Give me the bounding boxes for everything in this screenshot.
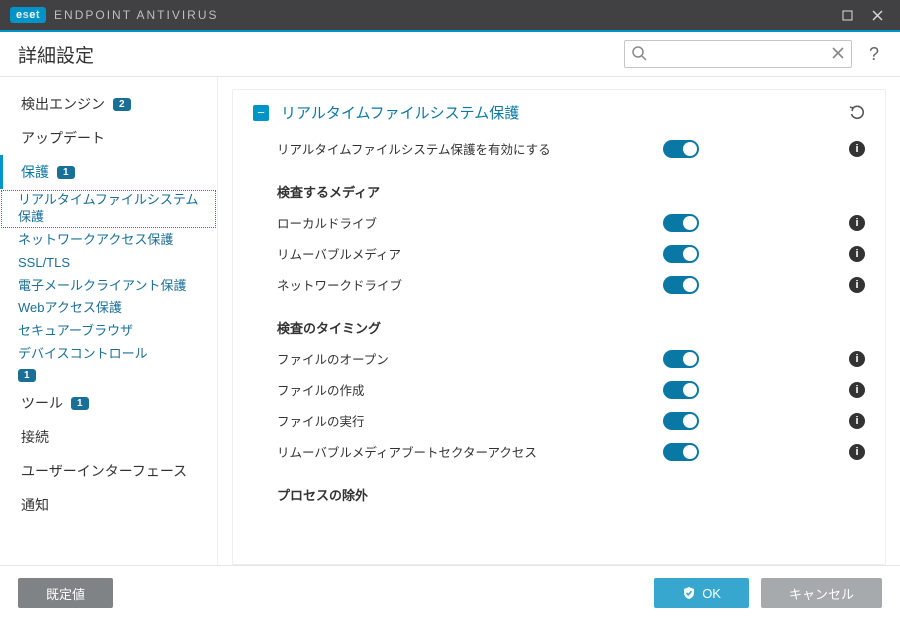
sidebar-subitem-2-0[interactable]: リアルタイムファイルシステム保護 bbox=[0, 189, 217, 229]
row-label: ローカルドライブ bbox=[253, 213, 663, 232]
sidebar: 検出エンジン 2 アップデート保護 1 リアルタイムファイルシステム保護ネットワークアク… bbox=[0, 77, 218, 565]
row-label: リムーバブルメディア bbox=[253, 244, 663, 263]
brand-badge: eset bbox=[10, 7, 46, 23]
info-0-2[interactable]: i bbox=[849, 277, 865, 293]
title-bar: eset ENDPOINT ANTIVIRUS bbox=[0, 0, 900, 30]
toggle-0-0[interactable] bbox=[663, 214, 699, 232]
setting-row-0-1: リムーバブルメディア i bbox=[253, 238, 865, 269]
sidebar-badge: 1 bbox=[71, 397, 89, 410]
search-box[interactable] bbox=[624, 40, 852, 68]
footer: 既定値 OK キャンセル bbox=[0, 565, 900, 620]
sidebar-item-label: 接続 bbox=[21, 427, 49, 447]
x-icon bbox=[831, 46, 845, 60]
search-icon bbox=[631, 45, 647, 61]
close-icon bbox=[872, 10, 883, 21]
sidebar-item-label: 通知 bbox=[21, 495, 49, 515]
toggle-enable-protection[interactable] bbox=[663, 140, 699, 158]
row-label: リムーバブルメディアブートセクターアクセス bbox=[253, 442, 663, 461]
sidebar-item-label: 保護 bbox=[21, 162, 49, 182]
ok-button[interactable]: OK bbox=[654, 578, 749, 608]
sidebar-item-label: ユーザーインターフェース bbox=[21, 461, 187, 481]
info-0-1[interactable]: i bbox=[849, 246, 865, 262]
info-1-0[interactable]: i bbox=[849, 351, 865, 367]
setting-row-1-0: ファイルのオープン i bbox=[253, 343, 865, 374]
row-label: ファイルの作成 bbox=[253, 380, 663, 399]
info-1-2[interactable]: i bbox=[849, 413, 865, 429]
sidebar-badge: 1 bbox=[57, 166, 75, 179]
cancel-button[interactable]: キャンセル bbox=[761, 578, 882, 608]
group-title-0: 検査するメディア bbox=[253, 164, 865, 207]
setting-row-0-2: ネットワークドライブ i bbox=[253, 269, 865, 300]
window-maximize-button[interactable] bbox=[832, 0, 862, 30]
sidebar-subitem-badge-row: 1 bbox=[0, 366, 217, 386]
content-wrap: −リアルタイムファイルシステム保護リアルタイムファイルシステム保護を有効にする i… bbox=[218, 77, 900, 565]
row-enable-protection: リアルタイムファイルシステム保護を有効にする i bbox=[253, 133, 865, 164]
section-reset-button[interactable] bbox=[849, 105, 865, 121]
sidebar-subitem-2-1[interactable]: ネットワークアクセス保護 bbox=[0, 229, 217, 252]
toggle-0-1[interactable] bbox=[663, 245, 699, 263]
sidebar-item-label: 検出エンジン bbox=[21, 94, 105, 114]
ok-label: OK bbox=[702, 586, 721, 601]
sidebar-item-0[interactable]: 検出エンジン 2 bbox=[0, 87, 217, 121]
window-close-button[interactable] bbox=[862, 0, 892, 30]
info-1-3[interactable]: i bbox=[849, 444, 865, 460]
sidebar-item-3[interactable]: ツール 1 bbox=[0, 386, 217, 420]
clear-search-button[interactable] bbox=[831, 46, 845, 60]
toggle-0-2[interactable] bbox=[663, 276, 699, 294]
toggle-1-0[interactable] bbox=[663, 350, 699, 368]
sidebar-badge: 2 bbox=[113, 98, 131, 111]
sidebar-item-1[interactable]: アップデート bbox=[0, 121, 217, 155]
sidebar-subitem-2-2[interactable]: SSL/TLS bbox=[0, 252, 217, 275]
sidebar-item-label: アップデート bbox=[21, 128, 105, 148]
product-name: ENDPOINT ANTIVIRUS bbox=[54, 8, 218, 22]
sidebar-badge: 1 bbox=[18, 369, 36, 382]
toggle-1-1[interactable] bbox=[663, 381, 699, 399]
sidebar-subitem-2-5[interactable]: セキュアーブラウザ bbox=[0, 320, 217, 343]
sidebar-item-5[interactable]: ユーザーインターフェース bbox=[0, 454, 217, 488]
group-title-2: プロセスの除外 bbox=[253, 467, 865, 510]
section-collapse-button[interactable]: − bbox=[253, 105, 269, 121]
setting-row-1-3: リムーバブルメディアブートセクターアクセス i bbox=[253, 436, 865, 467]
section-header: −リアルタイムファイルシステム保護 bbox=[253, 98, 865, 133]
sidebar-item-2[interactable]: 保護 1 bbox=[0, 155, 217, 189]
sidebar-subitem-2-4[interactable]: Webアクセス保護 bbox=[0, 297, 217, 320]
maximize-icon bbox=[842, 10, 853, 21]
row-label: リアルタイムファイルシステム保護を有効にする bbox=[253, 139, 663, 158]
section-title: リアルタイムファイルシステム保護 bbox=[281, 102, 837, 123]
content-panel[interactable]: −リアルタイムファイルシステム保護リアルタイムファイルシステム保護を有効にする i… bbox=[232, 89, 886, 565]
shield-check-icon bbox=[682, 586, 696, 600]
setting-row-1-1: ファイルの作成 i bbox=[253, 374, 865, 405]
toggle-1-3[interactable] bbox=[663, 443, 699, 461]
sidebar-item-6[interactable]: 通知 bbox=[0, 488, 217, 522]
help-button[interactable]: ? bbox=[860, 44, 888, 65]
toggle-1-2[interactable] bbox=[663, 412, 699, 430]
row-label: ファイルのオープン bbox=[253, 349, 663, 368]
search-input[interactable] bbox=[653, 47, 825, 62]
sidebar-item-label: ツール bbox=[21, 393, 63, 413]
defaults-button[interactable]: 既定値 bbox=[18, 578, 113, 608]
group-title-1: 検査のタイミング bbox=[253, 300, 865, 343]
sidebar-subitem-2-3[interactable]: 電子メールクライアント保護 bbox=[0, 275, 217, 298]
sidebar-subitem-2-6[interactable]: デバイスコントロール bbox=[0, 343, 217, 366]
sidebar-item-4[interactable]: 接続 bbox=[0, 420, 217, 454]
info-0-0[interactable]: i bbox=[849, 215, 865, 231]
setting-row-0-0: ローカルドライブ i bbox=[253, 207, 865, 238]
setting-row-1-2: ファイルの実行 i bbox=[253, 405, 865, 436]
header-row: 詳細設定 ? bbox=[0, 32, 900, 77]
page-title: 詳細設定 bbox=[18, 41, 94, 68]
info-enable-protection[interactable]: i bbox=[849, 141, 865, 157]
row-label: ネットワークドライブ bbox=[253, 275, 663, 294]
info-1-1[interactable]: i bbox=[849, 382, 865, 398]
row-label: ファイルの実行 bbox=[253, 411, 663, 430]
main-area: 検出エンジン2アップデート保護1リアルタイムファイルシステム保護ネットワークアク… bbox=[0, 77, 900, 565]
